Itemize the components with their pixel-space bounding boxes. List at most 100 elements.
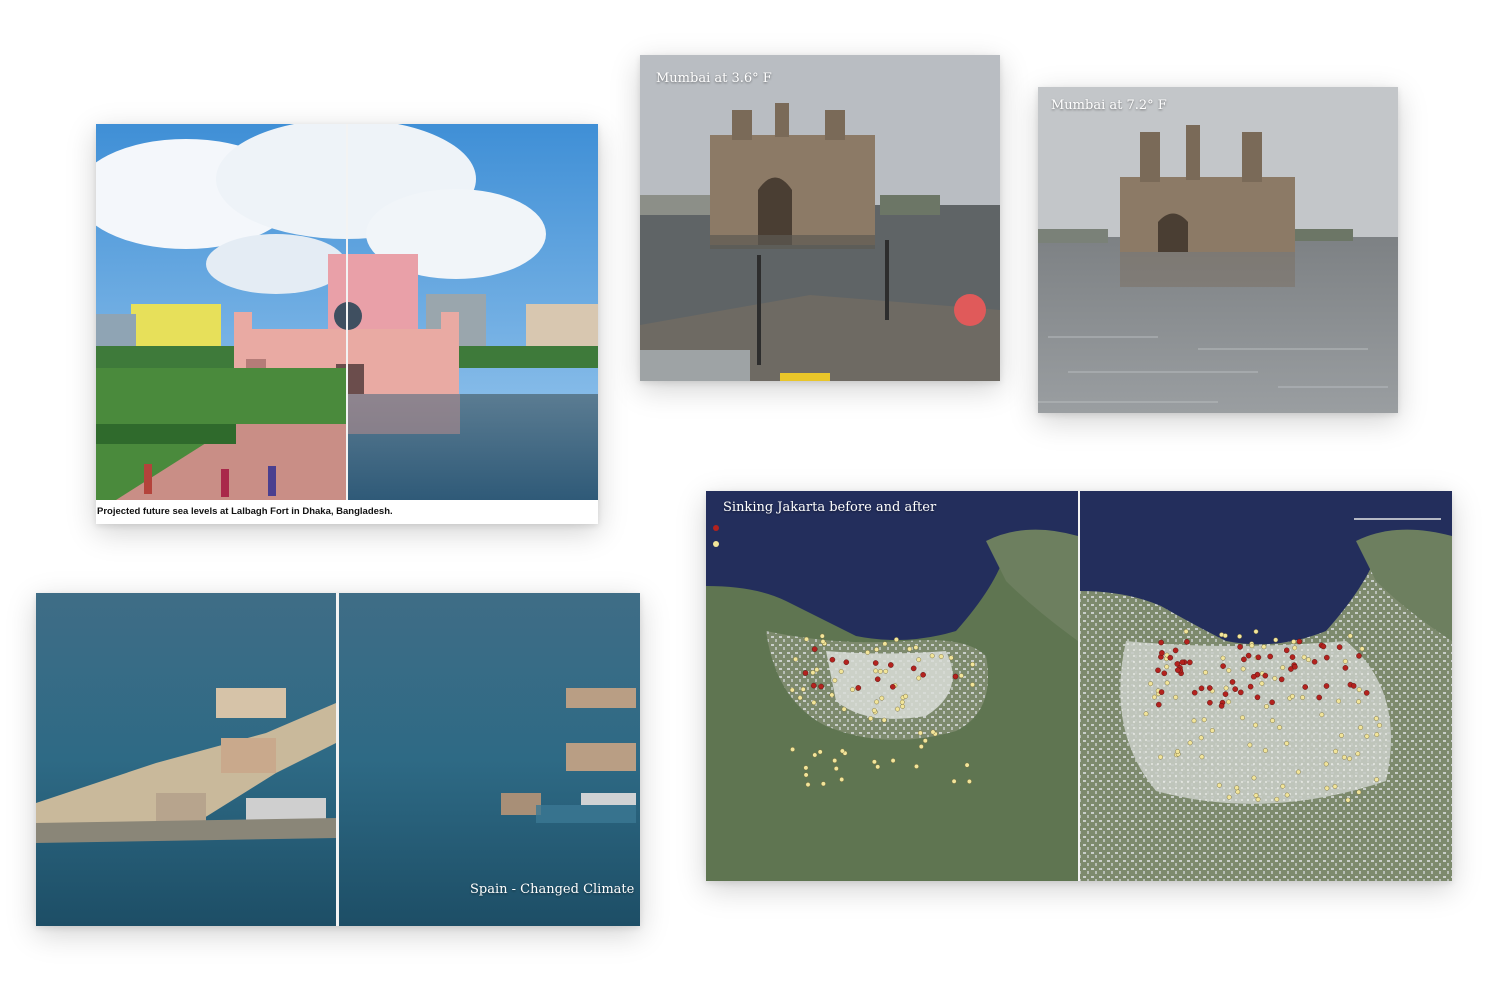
map-marker-yellow	[1209, 728, 1215, 733]
map-marker-yellow	[1347, 633, 1353, 639]
map-marker-yellow	[833, 766, 839, 771]
map-marker-red	[1262, 672, 1269, 679]
map-marker-red	[1206, 685, 1213, 691]
legend-red-dot	[713, 525, 719, 531]
map-marker-red	[855, 685, 862, 691]
map-marker-yellow	[900, 703, 906, 709]
map-marker-yellow	[803, 772, 809, 778]
map-marker-yellow	[914, 763, 919, 769]
map-marker-yellow	[1158, 754, 1163, 760]
map-marker-red	[1278, 676, 1285, 683]
map-marker-yellow	[1261, 644, 1267, 650]
map-marker-yellow	[820, 639, 826, 645]
map-marker-yellow	[890, 758, 896, 763]
jakarta-compare-divider[interactable]	[1078, 491, 1080, 881]
map-marker-yellow	[1191, 718, 1197, 724]
map-marker-yellow	[1164, 680, 1170, 686]
map-marker-yellow	[789, 687, 795, 693]
jakarta-map-card: Sinking Jakarta before and after	[706, 491, 1452, 881]
map-marker-yellow	[1240, 715, 1245, 721]
map-marker-yellow	[882, 641, 888, 647]
map-marker-yellow	[1240, 666, 1246, 672]
map-marker-red	[1245, 652, 1252, 659]
map-marker-red	[818, 683, 824, 690]
map-marker-yellow	[1347, 756, 1352, 762]
map-marker-yellow	[1336, 698, 1341, 704]
map-marker-yellow	[877, 668, 883, 674]
map-marker-yellow	[1301, 654, 1307, 660]
mumbai-7-2-caption: Mumbai at 7.2° F	[1051, 98, 1167, 113]
map-marker-yellow	[1342, 658, 1348, 664]
map-marker-red	[1158, 639, 1164, 646]
map-marker-red	[1159, 650, 1165, 656]
map-marker-yellow	[913, 645, 919, 650]
map-marker-yellow	[1284, 740, 1290, 746]
map-marker-yellow	[1332, 784, 1338, 789]
map-marker-yellow	[1253, 629, 1259, 635]
map-marker-red	[872, 660, 879, 666]
map-marker-red	[1158, 689, 1165, 695]
map-marker-yellow	[1226, 794, 1232, 800]
map-marker-yellow	[1253, 722, 1258, 728]
map-marker-yellow	[922, 738, 928, 744]
map-marker-yellow	[917, 730, 923, 736]
map-marker-yellow	[1235, 789, 1241, 795]
map-marker-yellow	[1274, 796, 1280, 802]
map-marker-red	[1222, 691, 1229, 697]
map-marker-yellow	[793, 656, 799, 662]
map-marker-yellow	[899, 699, 905, 705]
map-marker-yellow	[948, 655, 954, 661]
map-marker-yellow	[839, 777, 845, 782]
mumbai-7-2-photo	[1038, 87, 1398, 413]
map-marker-yellow	[1324, 785, 1330, 791]
map-marker-yellow	[1187, 740, 1193, 746]
map-marker-red	[1172, 647, 1179, 654]
map-marker-yellow	[916, 675, 922, 681]
map-marker-red	[1269, 699, 1275, 706]
dhaka-compare-divider[interactable]	[346, 124, 348, 500]
map-marker-yellow	[868, 716, 874, 721]
map-marker-yellow	[812, 752, 818, 758]
map-marker-red	[1316, 694, 1323, 701]
map-marker-red	[1155, 701, 1162, 708]
map-marker-yellow	[1220, 655, 1226, 661]
map-marker-red	[1323, 683, 1330, 689]
map-marker-yellow	[810, 670, 816, 676]
map-marker-red	[920, 671, 926, 678]
mumbai-3-6-card: Mumbai at 3.6° F	[640, 55, 1000, 381]
map-marker-yellow	[1359, 646, 1365, 652]
map-marker-yellow	[966, 779, 972, 784]
map-marker-yellow	[958, 673, 964, 679]
map-marker-red	[1161, 670, 1168, 677]
spain-compare-divider[interactable]	[336, 593, 339, 926]
map-marker-yellow	[817, 749, 823, 755]
map-marker-red	[1363, 690, 1370, 696]
map-marker-red	[1292, 663, 1298, 670]
map-marker-yellow	[895, 706, 900, 712]
map-marker-yellow	[918, 744, 924, 750]
map-marker-yellow	[874, 647, 880, 652]
map-marker-yellow	[800, 686, 806, 692]
map-marker-yellow	[838, 669, 844, 674]
spain-caption: Spain - Changed Climate	[470, 882, 635, 897]
map-marker-yellow	[1203, 669, 1208, 675]
map-marker-yellow	[1374, 732, 1380, 738]
map-marker-red	[1179, 659, 1186, 666]
map-marker-yellow	[832, 758, 838, 763]
map-marker-yellow	[1345, 797, 1351, 803]
map-marker-yellow	[814, 667, 820, 673]
dhaka-photo-card: Projected future sea levels at Lalbagh F…	[96, 124, 598, 524]
map-marker-yellow	[1237, 633, 1242, 639]
map-marker-yellow	[1226, 699, 1231, 705]
map-marker-red	[1232, 686, 1239, 692]
map-marker-yellow	[797, 695, 803, 701]
map-marker-yellow	[1183, 629, 1189, 634]
map-marker-yellow	[1277, 724, 1282, 730]
mumbai-7-2-card: Mumbai at 7.2° F	[1038, 87, 1398, 413]
map-marker-yellow	[1201, 717, 1207, 723]
map-marker-yellow	[881, 717, 887, 723]
map-marker-red	[1238, 689, 1244, 696]
map-marker-yellow	[790, 746, 796, 752]
map-marker-red	[889, 683, 896, 690]
map-marker-red	[1289, 654, 1296, 660]
